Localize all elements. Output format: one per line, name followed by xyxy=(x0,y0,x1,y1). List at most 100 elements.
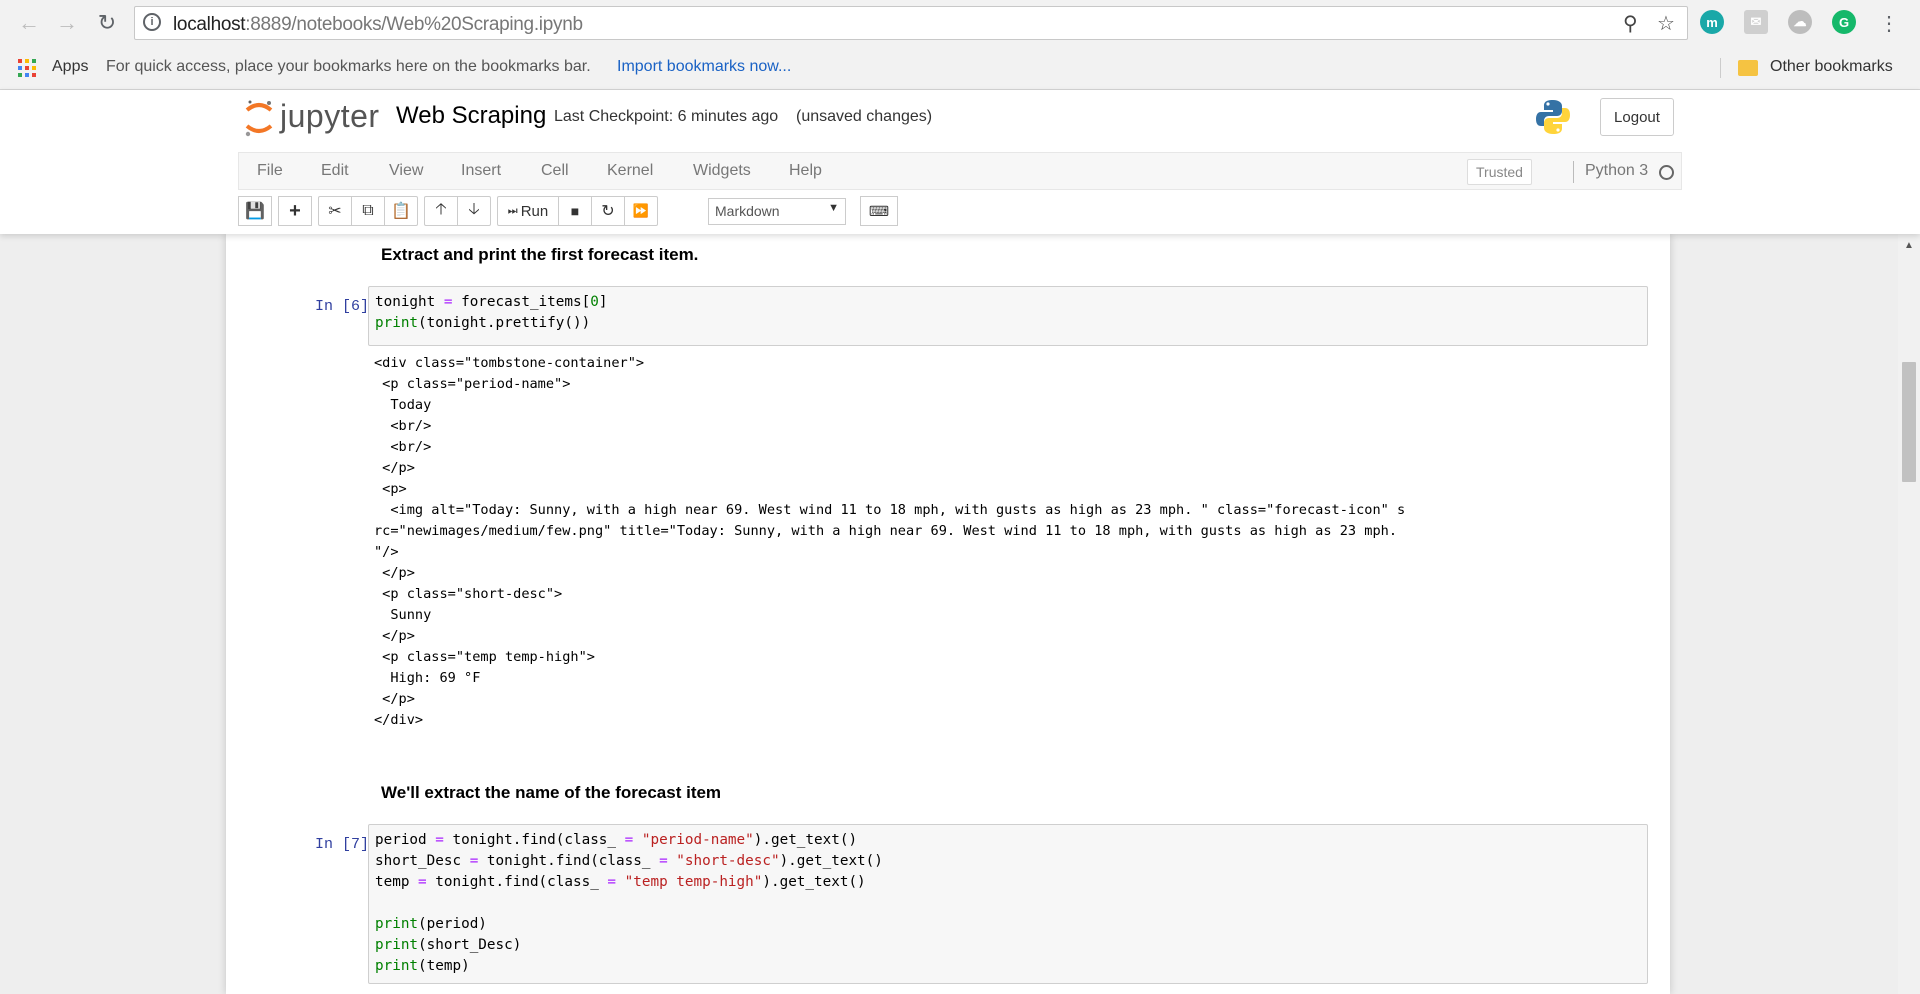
output-line: <br/> xyxy=(374,439,432,455)
url-path: :8889/notebooks/Web%20Scraping.ipynb xyxy=(245,14,583,35)
extension-cloud-icon[interactable]: ☁ xyxy=(1788,10,1812,34)
run-button[interactable]: ⏭ Run xyxy=(497,196,559,226)
other-bookmarks-link[interactable]: Other bookmarks xyxy=(1770,58,1893,76)
python-logo-icon xyxy=(1536,100,1570,134)
jupyter-logo-text[interactable]: jupyter xyxy=(280,98,380,135)
output-line: <img alt="Today: Sunny, with a high near… xyxy=(374,502,1406,518)
output-line: </p> xyxy=(374,628,415,644)
code-line: tonight = forecast_items[0] xyxy=(375,294,608,310)
page-scrollbar[interactable]: ▲ xyxy=(1898,234,1920,994)
output-line: <div class="tombstone-container"> xyxy=(374,355,645,371)
folder-icon xyxy=(1738,60,1758,76)
code-line: temp = tonight.find(class_ = "temp temp-… xyxy=(375,874,866,890)
output-line: High: 69 °F xyxy=(374,670,481,686)
move-down-arrow-icon[interactable]: 🡣 xyxy=(457,196,491,226)
paste-icon[interactable]: 📋 xyxy=(384,196,418,226)
extension-inbox-icon[interactable]: ✉ xyxy=(1744,10,1768,34)
url-host: localhost xyxy=(173,14,246,35)
output-line: </p> xyxy=(374,460,415,476)
browser-toolbar: ← → ↻ i localhost:8889/notebooks/Web%20S… xyxy=(0,0,1920,46)
scrollbar-thumb[interactable] xyxy=(1902,362,1916,482)
code-line: print(tonight.prettify()) xyxy=(375,315,591,331)
menu-view[interactable]: View xyxy=(389,162,423,180)
output-line: "/> xyxy=(374,544,399,560)
menu-help[interactable]: Help xyxy=(789,162,822,180)
scroll-up-arrow-icon[interactable]: ▲ xyxy=(1904,240,1914,251)
output-line: <p> xyxy=(374,481,407,497)
code-line: print(temp) xyxy=(375,958,470,974)
restart-run-all-icon[interactable]: ⏩ xyxy=(624,196,658,226)
menu-file[interactable]: File xyxy=(257,162,283,180)
insert-cell-plus-icon[interactable]: + xyxy=(278,196,312,226)
menu-cell[interactable]: Cell xyxy=(541,162,569,180)
code-line: print(period) xyxy=(375,916,487,932)
command-palette-keyboard-icon[interactable]: ⌨ xyxy=(860,196,898,226)
cell-7-input[interactable]: period = tonight.find(class_ = "period-n… xyxy=(368,824,1648,984)
chrome-menu-icon[interactable]: ⋮ xyxy=(1874,8,1904,38)
markdown-cell-1[interactable]: Extract and print the first forecast ite… xyxy=(381,245,698,265)
apps-link[interactable]: Apps xyxy=(52,58,88,76)
output-line: Today xyxy=(374,397,432,413)
jupyter-logo-icon[interactable] xyxy=(244,98,274,138)
cell-type-select[interactable]: Markdown ▼ xyxy=(708,198,846,225)
cell-7-prompt: In [7]: xyxy=(314,836,378,853)
forward-arrow-icon[interactable]: → xyxy=(52,8,82,38)
cut-icon[interactable]: ✂ xyxy=(318,196,352,226)
markdown-cell-2[interactable]: We'll extract the name of the forecast i… xyxy=(381,783,721,803)
checkpoint-status: Last Checkpoint: 6 minutes ago xyxy=(554,108,779,125)
menu-kernel[interactable]: Kernel xyxy=(607,162,653,180)
code-line: period = tonight.find(class_ = "period-n… xyxy=(375,832,858,848)
reload-icon[interactable]: ↻ xyxy=(92,8,122,38)
menu-bar: File Edit View Insert Cell Kernel Widget… xyxy=(238,152,1682,190)
extension-grammarly-icon[interactable]: G xyxy=(1832,10,1856,34)
kernel-divider xyxy=(1573,161,1574,183)
import-bookmarks-link[interactable]: Import bookmarks now... xyxy=(617,58,791,76)
extension-m-icon[interactable]: m xyxy=(1700,10,1724,34)
autosave-status: (unsaved changes) xyxy=(796,108,933,125)
output-line: </div> xyxy=(374,712,424,728)
bookmarks-hint: For quick access, place your bookmarks h… xyxy=(106,58,591,75)
stop-icon[interactable]: ■ xyxy=(558,196,592,226)
save-icon[interactable]: 💾 xyxy=(238,196,272,226)
output-line: Sunny xyxy=(374,607,432,623)
jupyter-header: jupyter Web Scraping Last Checkpoint: 6 … xyxy=(0,90,1920,234)
output-line: <br/> xyxy=(374,418,432,434)
cell-6-output: <div class="tombstone-container"> <p cla… xyxy=(374,353,1654,731)
code-line: short_Desc = tonight.find(class_ = "shor… xyxy=(375,853,883,869)
notebook-title[interactable]: Web Scraping xyxy=(396,102,546,130)
bookmarks-bar: Apps For quick access, place your bookma… xyxy=(0,46,1920,90)
trusted-indicator[interactable]: Trusted xyxy=(1467,159,1532,185)
bookmark-star-icon[interactable]: ☆ xyxy=(1657,11,1675,36)
run-icon: ⏭ xyxy=(507,204,518,217)
menu-insert[interactable]: Insert xyxy=(461,162,501,180)
move-up-arrow-icon[interactable]: 🡡 xyxy=(424,196,458,226)
menu-widgets[interactable]: Widgets xyxy=(693,162,751,180)
cell-6-prompt: In [6]: xyxy=(314,298,378,315)
copy-icon[interactable]: ⧉ xyxy=(351,196,385,226)
code-line: print(short_Desc) xyxy=(375,937,522,953)
output-line: </p> xyxy=(374,691,415,707)
run-label: Run xyxy=(520,202,549,220)
output-line: rc="newimages/medium/few.png" title="Tod… xyxy=(374,523,1398,539)
notebook-page: Extract and print the first forecast ite… xyxy=(226,234,1670,994)
cell-type-value: Markdown xyxy=(715,203,780,219)
restart-icon[interactable]: ↻ xyxy=(591,196,625,226)
url-text[interactable]: localhost:8889/notebooks/Web%20Scraping.… xyxy=(173,14,583,36)
menu-edit[interactable]: Edit xyxy=(321,162,349,180)
output-line: <p class="short-desc"> xyxy=(374,586,563,602)
output-line: </p> xyxy=(374,565,415,581)
bookmarks-divider xyxy=(1720,58,1721,78)
back-arrow-icon[interactable]: ← xyxy=(14,8,44,38)
dropdown-arrow-icon: ▼ xyxy=(828,202,839,214)
apps-grid-icon[interactable] xyxy=(18,59,36,77)
cell-6-input[interactable]: tonight = forecast_items[0] print(tonigh… xyxy=(368,286,1648,346)
kernel-name[interactable]: Python 3 xyxy=(1585,162,1648,180)
output-line: <p class="period-name"> xyxy=(374,376,571,392)
address-bar[interactable]: i localhost:8889/notebooks/Web%20Scrapin… xyxy=(134,6,1688,40)
zoom-search-icon[interactable]: ⚲ xyxy=(1623,11,1638,36)
kernel-idle-icon xyxy=(1659,165,1674,180)
logout-button[interactable]: Logout xyxy=(1600,98,1674,136)
output-line: <p class="temp temp-high"> xyxy=(374,649,595,665)
site-info-icon[interactable]: i xyxy=(143,13,161,31)
